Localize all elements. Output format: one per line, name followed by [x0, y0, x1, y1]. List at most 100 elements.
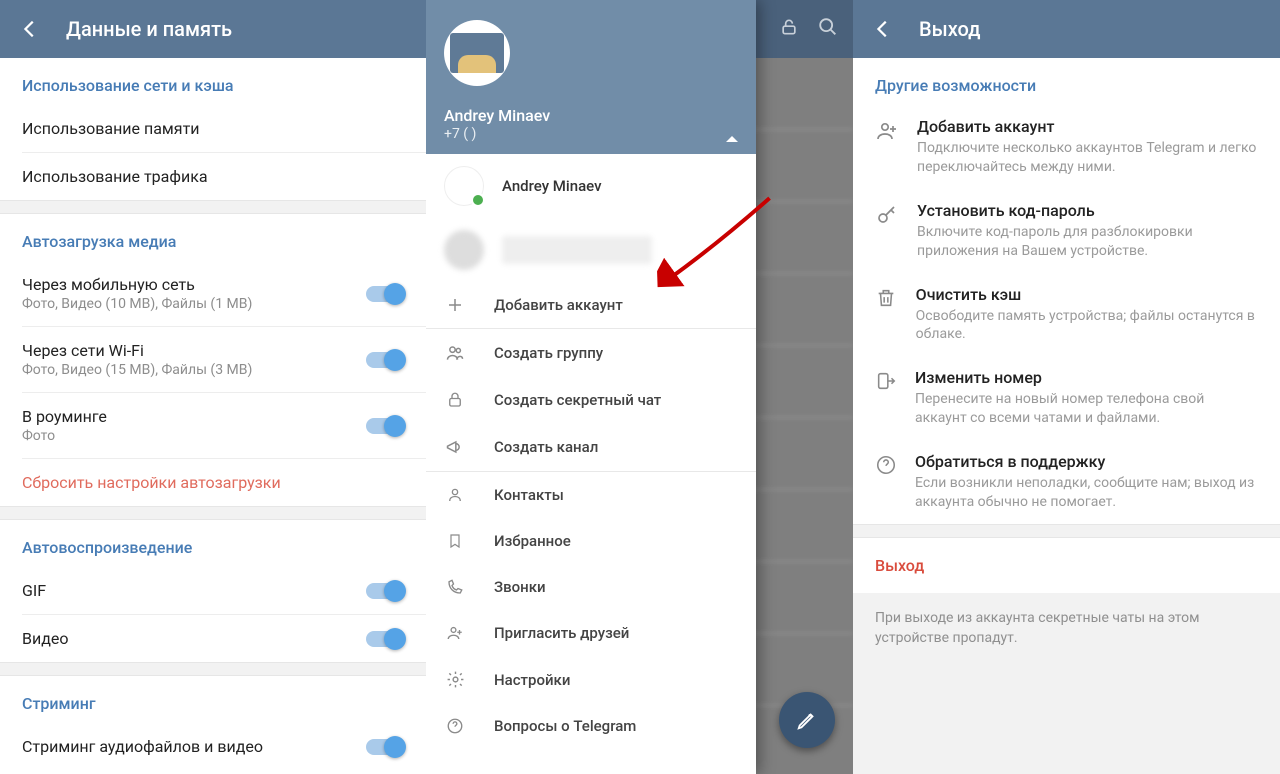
- megaphone-icon: [444, 437, 466, 457]
- trash-icon: [875, 285, 898, 313]
- account-row-current[interactable]: Andrey Minaev: [426, 154, 756, 218]
- chevron-up-icon[interactable]: [726, 136, 738, 142]
- redacted-account-name: [502, 236, 652, 264]
- option-title: Изменить номер: [915, 368, 1258, 387]
- key-icon: [875, 201, 899, 231]
- stream-label: Стриминг аудиофайлов и видео: [22, 737, 366, 756]
- mobile-toggle[interactable]: [366, 286, 404, 302]
- plus-icon: [444, 296, 466, 314]
- drawer-header: Andrey Minaev +7 ( ): [426, 0, 756, 154]
- menu-label: Создать канал: [494, 438, 598, 456]
- settings-item[interactable]: Настройки: [426, 656, 756, 703]
- option-sub: Освободите память устройства; файлы оста…: [916, 307, 1258, 345]
- clear-cache-option[interactable]: Очистить кэш Освободите память устройства…: [853, 273, 1280, 357]
- option-sub: Если возникли неполадки, сообщите нам; в…: [915, 474, 1258, 512]
- mobile-label: Через мобильную сеть: [22, 275, 366, 294]
- logout-button[interactable]: Выход: [853, 538, 1280, 593]
- reset-autoload-button[interactable]: Сбросить настройки автозагрузки: [0, 459, 426, 506]
- question-icon: [444, 717, 466, 735]
- menu-label: Контакты: [494, 486, 564, 504]
- person-icon: [444, 486, 466, 504]
- menu-label: Пригласить друзей: [494, 624, 629, 642]
- roaming-label: В роуминге: [22, 407, 366, 426]
- roaming-toggle[interactable]: [366, 418, 404, 434]
- option-title: Добавить аккаунт: [917, 117, 1258, 136]
- secret-chat-item[interactable]: Создать секретный чат: [426, 377, 756, 423]
- lock-icon[interactable]: [779, 17, 799, 41]
- video-toggle[interactable]: [366, 631, 404, 647]
- question-icon: [875, 452, 897, 480]
- roaming-sub: Фото: [22, 428, 366, 444]
- section-autoload: Автозагрузка медиа: [0, 214, 426, 261]
- lock-icon: [444, 391, 466, 409]
- stream-row[interactable]: Стриминг аудиофайлов и видео: [0, 723, 426, 770]
- traffic-usage-label: Использование трафика: [22, 167, 404, 186]
- compose-fab[interactable]: [779, 692, 835, 748]
- change-number-option[interactable]: Изменить номер Перенесите на новый номер …: [853, 356, 1280, 440]
- logout-note: При выходе из аккаунта секретные чаты на…: [853, 593, 1280, 774]
- page-title: Данные и память: [66, 17, 232, 41]
- menu-label: Вопросы о Telegram: [494, 717, 636, 735]
- gif-label: GIF: [22, 581, 366, 600]
- account-name: Andrey Minaev: [502, 177, 602, 195]
- search-icon[interactable]: [817, 16, 839, 42]
- video-label: Видео: [22, 629, 366, 648]
- menu-label: Создать группу: [494, 344, 603, 362]
- wifi-row[interactable]: Через сети Wi-Fi Фото, Видео (15 MB), Фа…: [0, 327, 426, 392]
- back-icon[interactable]: [869, 15, 897, 43]
- create-channel-item[interactable]: Создать канал: [426, 423, 756, 471]
- avatar[interactable]: [444, 20, 510, 86]
- header: Данные и память: [0, 0, 426, 58]
- logout-panel: Выход Другие возможности Добавить аккаун…: [853, 0, 1280, 774]
- traffic-usage-row[interactable]: Использование трафика: [0, 153, 426, 200]
- mobile-data-row[interactable]: Через мобильную сеть Фото, Видео (10 MB)…: [0, 261, 426, 326]
- account-row-other[interactable]: [426, 218, 756, 282]
- mobile-sub: Фото, Видео (10 MB), Файлы (1 MB): [22, 296, 366, 312]
- stream-toggle[interactable]: [366, 739, 404, 755]
- create-group-item[interactable]: Создать группу: [426, 329, 756, 377]
- memory-usage-row[interactable]: Использование памяти: [0, 105, 426, 152]
- add-account-option[interactable]: Добавить аккаунт Подключите несколько акк…: [853, 105, 1280, 189]
- section-autoplay: Автовоспроизведение: [0, 520, 426, 567]
- logout-icon: [875, 368, 897, 396]
- option-title: Очистить кэш: [916, 285, 1258, 304]
- wifi-label: Через сети Wi-Fi: [22, 341, 366, 360]
- option-sub: Включите код-пароль для разблокировки пр…: [917, 223, 1258, 261]
- header: Выход: [853, 0, 1280, 58]
- calls-item[interactable]: Звонки: [426, 564, 756, 610]
- divider: [0, 200, 426, 214]
- add-person-icon: [444, 624, 466, 642]
- add-person-icon: [875, 117, 899, 147]
- drawer-user-name: Andrey Minaev: [444, 106, 550, 125]
- gear-icon: [444, 670, 466, 689]
- passcode-option[interactable]: Установить код-пароль Включите код-пароль…: [853, 189, 1280, 273]
- option-sub: Перенесите на новый номер телефона свой …: [915, 390, 1258, 428]
- section-usage: Использование сети и кэша: [0, 58, 426, 105]
- menu-label: Избранное: [494, 532, 571, 550]
- drawer-user-phone: +7 ( ): [444, 126, 550, 142]
- memory-usage-label: Использование памяти: [22, 119, 404, 138]
- add-account-item[interactable]: Добавить аккаунт: [426, 282, 756, 328]
- option-sub: Подключите несколько аккаунтов Telegram …: [917, 139, 1258, 177]
- faq-item[interactable]: Вопросы о Telegram: [426, 703, 756, 749]
- video-row[interactable]: Видео: [0, 615, 426, 662]
- invite-item[interactable]: Пригласить друзей: [426, 610, 756, 656]
- back-icon[interactable]: [16, 15, 44, 43]
- menu-label: Создать секретный чат: [494, 391, 661, 409]
- contacts-item[interactable]: Контакты: [426, 472, 756, 518]
- favorites-item[interactable]: Избранное: [426, 518, 756, 564]
- phone-icon: [444, 578, 466, 596]
- support-option[interactable]: Обратиться в поддержку Если возникли непо…: [853, 440, 1280, 524]
- add-account-label: Добавить аккаунт: [494, 296, 623, 314]
- divider: [0, 662, 426, 676]
- option-title: Обратиться в поддержку: [915, 452, 1258, 471]
- gif-row[interactable]: GIF: [0, 567, 426, 614]
- option-title: Установить код-пароль: [917, 201, 1258, 220]
- gif-toggle[interactable]: [366, 583, 404, 599]
- roaming-row[interactable]: В роуминге Фото: [0, 393, 426, 458]
- avatar: [444, 166, 484, 206]
- divider: [0, 506, 426, 520]
- drawer-panel: Andrey Minaev +7 ( ) Andrey Minaev Добав…: [426, 0, 853, 774]
- wifi-toggle[interactable]: [366, 352, 404, 368]
- navigation-drawer: Andrey Minaev +7 ( ) Andrey Minaev Добав…: [426, 0, 756, 774]
